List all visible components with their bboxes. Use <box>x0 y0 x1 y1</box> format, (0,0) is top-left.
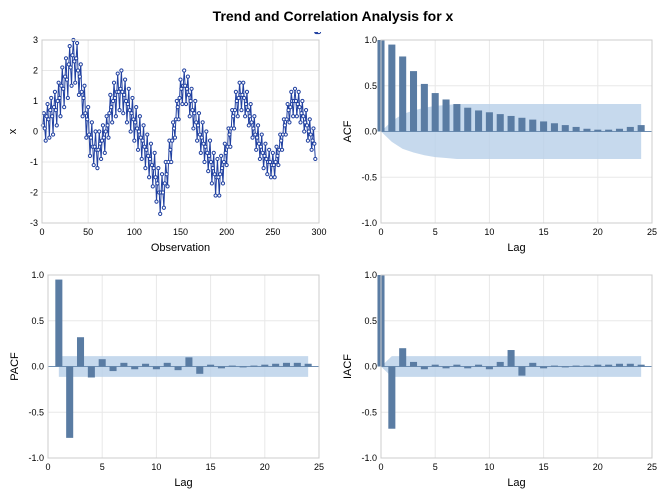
svg-text:20: 20 <box>593 227 603 237</box>
svg-text:25: 25 <box>647 227 657 237</box>
svg-text:15: 15 <box>539 462 549 472</box>
svg-text:-0.5: -0.5 <box>28 407 44 417</box>
svg-text:0.0: 0.0 <box>31 362 44 372</box>
svg-text:1.0: 1.0 <box>364 270 377 280</box>
svg-text:1: 1 <box>33 96 38 106</box>
svg-text:300: 300 <box>311 227 326 237</box>
svg-text:10: 10 <box>151 462 161 472</box>
svg-text:5: 5 <box>433 462 438 472</box>
svg-text:1.0: 1.0 <box>31 270 44 280</box>
svg-text:0.0: 0.0 <box>364 127 377 137</box>
svg-text:Lag: Lag <box>174 477 192 489</box>
svg-text:3: 3 <box>33 35 38 45</box>
svg-text:15: 15 <box>206 462 216 472</box>
svg-text:1.0: 1.0 <box>364 35 377 45</box>
svg-text:-1.0: -1.0 <box>361 453 377 463</box>
svg-text:-1: -1 <box>30 157 38 167</box>
svg-text:-1.0: -1.0 <box>28 453 44 463</box>
svg-text:0.5: 0.5 <box>364 81 377 91</box>
svg-text:IACF: IACF <box>342 354 354 379</box>
svg-text:15: 15 <box>539 227 549 237</box>
panel-grid: -3-2-10123050100150200250300xObservation… <box>0 28 666 498</box>
svg-text:0: 0 <box>39 227 44 237</box>
svg-text:-1.0: -1.0 <box>361 218 377 228</box>
svg-text:25: 25 <box>314 462 324 472</box>
svg-text:PACF: PACF <box>9 352 21 381</box>
svg-text:Observation: Observation <box>151 242 210 254</box>
svg-text:5: 5 <box>433 227 438 237</box>
svg-text:-2: -2 <box>30 188 38 198</box>
svg-text:25: 25 <box>647 462 657 472</box>
svg-text:0: 0 <box>378 227 383 237</box>
svg-text:250: 250 <box>265 227 280 237</box>
svg-text:150: 150 <box>173 227 188 237</box>
svg-text:Lag: Lag <box>507 242 525 254</box>
svg-text:2: 2 <box>33 66 38 76</box>
svg-text:5: 5 <box>100 462 105 472</box>
svg-text:0: 0 <box>33 127 38 137</box>
svg-text:0: 0 <box>378 462 383 472</box>
svg-text:0: 0 <box>45 462 50 472</box>
svg-text:ACF: ACF <box>342 120 354 142</box>
svg-text:200: 200 <box>219 227 234 237</box>
svg-text:100: 100 <box>127 227 142 237</box>
svg-text:20: 20 <box>260 462 270 472</box>
acf-panel: -1.0 -0.5 0.0 0.5 1.0 0 5 10 15 20 25 ACF Lag <box>333 28 666 263</box>
iacf-panel: -1.0 -0.5 0.0 0.5 1.0 0 5 10 15 20 25 IACF Lag <box>333 263 666 498</box>
svg-text:50: 50 <box>83 227 93 237</box>
svg-text:0.5: 0.5 <box>364 316 377 326</box>
svg-text:0.5: 0.5 <box>31 316 44 326</box>
pacf-panel: -1.0 -0.5 0.0 0.5 1.0 0 5 10 15 20 25 PACF Lag <box>0 263 333 498</box>
main-title: Trend and Correlation Analysis for x <box>0 0 666 28</box>
svg-text:0.0: 0.0 <box>364 362 377 372</box>
svg-text:-3: -3 <box>30 218 38 228</box>
svg-text:-0.5: -0.5 <box>361 172 377 182</box>
timeseries-panel: -3 -2 -1 0 1 2 3 0 50 100 150 200 250 300 x Observation <box>0 28 333 263</box>
svg-text:10: 10 <box>484 227 494 237</box>
svg-text:-0.5: -0.5 <box>361 407 377 417</box>
svg-text:20: 20 <box>593 462 603 472</box>
svg-text:10: 10 <box>484 462 494 472</box>
chart-container: Trend and Correlation Analysis for x -3-… <box>0 0 666 500</box>
svg-text:x: x <box>7 128 19 134</box>
svg-text:Lag: Lag <box>507 477 525 489</box>
